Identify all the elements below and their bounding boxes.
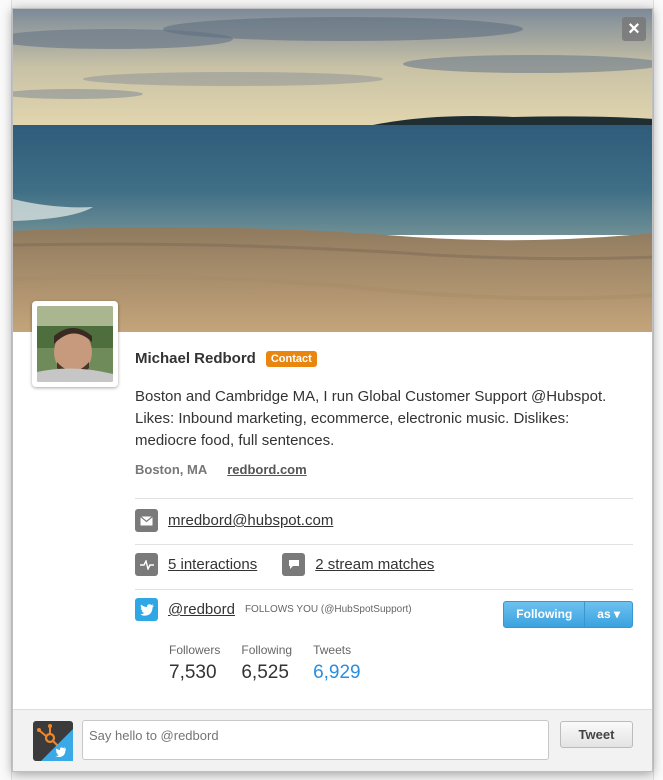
- close-button[interactable]: ×: [622, 17, 646, 41]
- chat-bubble-icon: [282, 553, 306, 576]
- stat-value: 7,530: [169, 662, 217, 683]
- avatar: [37, 306, 113, 382]
- as-account-dropdown[interactable]: as ▾: [585, 602, 632, 627]
- following-stat: Following 6,525: [241, 643, 292, 684]
- contact-badge: Contact: [265, 350, 317, 367]
- twitter-handle-link[interactable]: @redbord: [168, 601, 235, 618]
- divider: [135, 498, 633, 499]
- twitter-bird-icon: [135, 598, 158, 621]
- tweets-stat[interactable]: Tweets 6,929: [313, 643, 361, 684]
- twitter-row: @redbord FOLLOWS YOU (@HubSpotSupport) F…: [135, 598, 633, 628]
- background-right-strip: [653, 0, 663, 780]
- email-row: mredbord@hubspot.com: [135, 509, 333, 532]
- tweet-button[interactable]: Tweet: [560, 721, 633, 748]
- stat-label: Tweets: [313, 643, 352, 657]
- say-hello-input[interactable]: [82, 720, 549, 760]
- cover-photo: ×: [13, 9, 652, 332]
- stream-matches-group: 2 stream matches: [282, 553, 434, 576]
- interactions-row: 5 interactions 2 stream matches: [135, 553, 434, 576]
- twitter-stats: Followers 7,530 Following 6,525 Tweets 6…: [169, 643, 382, 684]
- background-left-strip: [0, 0, 12, 780]
- profile-location: Boston, MA: [135, 462, 208, 477]
- followers-stat: Followers 7,530: [169, 643, 220, 684]
- divider: [135, 589, 633, 590]
- follows-you-label: FOLLOWS YOU (@HubSpotSupport): [244, 604, 412, 615]
- profile-website-link[interactable]: redbord.com: [227, 462, 306, 477]
- profile-header: Michael Redbord Contact: [135, 350, 317, 367]
- close-icon: ×: [628, 18, 640, 40]
- stat-label: Followers: [169, 643, 221, 657]
- profile-modal: × Michael Redbord Contact Boston and Cam…: [12, 8, 653, 772]
- stat-label: Following: [241, 643, 293, 657]
- tweets-count-link[interactable]: 6,929: [313, 662, 361, 684]
- envelope-icon: [135, 509, 158, 532]
- following-button[interactable]: Following: [504, 602, 586, 627]
- hubspot-twitter-logo: [33, 721, 73, 761]
- stream-matches-link[interactable]: 2 stream matches: [315, 556, 434, 573]
- composer-footer: Tweet: [13, 709, 652, 771]
- stat-value: 6,525: [241, 662, 289, 683]
- following-button-group: Following as ▾: [503, 601, 633, 628]
- location-row: Boston, MA redbord.com: [135, 462, 307, 477]
- interactions-link[interactable]: 5 interactions: [168, 556, 257, 573]
- profile-name: Michael Redbord: [135, 350, 256, 367]
- email-link[interactable]: mredbord@hubspot.com: [168, 512, 333, 529]
- divider: [135, 544, 633, 545]
- avatar-frame: [32, 301, 118, 387]
- profile-bio: Boston and Cambridge MA, I run Global Cu…: [135, 388, 607, 449]
- activity-icon: [135, 553, 158, 576]
